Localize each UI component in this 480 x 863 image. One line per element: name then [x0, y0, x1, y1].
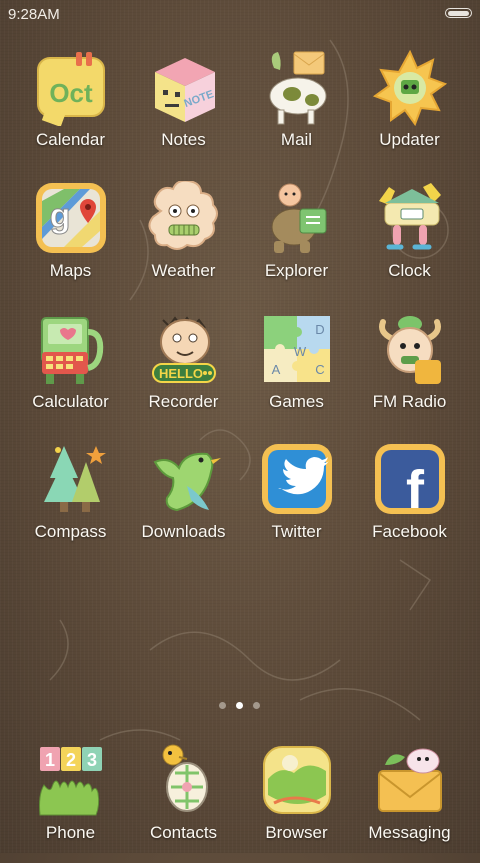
- weather-icon: [148, 181, 218, 250]
- games-icon: D A W C: [264, 316, 330, 382]
- app-facebook[interactable]: f Facebook: [353, 442, 466, 562]
- app-label: Contacts: [149, 823, 218, 842]
- app-label: FM Radio: [372, 392, 447, 411]
- app-label: Notes: [161, 130, 206, 149]
- svg-text:2: 2: [66, 750, 76, 770]
- compass-icon: [44, 446, 106, 512]
- app-label: Clock: [388, 261, 431, 280]
- fm-radio-icon: [379, 316, 441, 384]
- svg-text:A: A: [272, 362, 281, 377]
- app-label: Calculator: [32, 392, 109, 411]
- status-bar: 9:28AM: [0, 0, 480, 28]
- app-weather[interactable]: Weather: [127, 181, 240, 301]
- app-label: Messaging: [368, 823, 451, 842]
- page-dot-2-active[interactable]: [236, 702, 243, 709]
- svg-text:3: 3: [87, 750, 97, 770]
- app-label: Calendar: [36, 130, 105, 149]
- svg-text:1: 1: [45, 750, 55, 770]
- app-label: Maps: [49, 261, 92, 280]
- svg-text:HELLO: HELLO: [159, 366, 203, 381]
- downloads-icon: [153, 452, 221, 512]
- mail-icon: [269, 51, 327, 125]
- twitter-icon: [262, 444, 332, 514]
- facebook-icon: f: [375, 444, 445, 518]
- app-clock[interactable]: Clock: [353, 181, 466, 301]
- app-explorer[interactable]: Explorer: [240, 181, 353, 301]
- app-fm-radio[interactable]: FM Radio: [353, 312, 466, 432]
- explorer-icon: [271, 183, 327, 253]
- app-updater[interactable]: Updater: [353, 50, 466, 170]
- dock-browser[interactable]: Browser: [240, 743, 353, 863]
- app-calendar[interactable]: Oct Calendar: [14, 50, 127, 170]
- app-compass[interactable]: Compass: [14, 442, 127, 562]
- app-label: Explorer: [264, 261, 329, 280]
- app-label: Games: [269, 392, 324, 411]
- page-dot-1[interactable]: [219, 702, 226, 709]
- app-label: Compass: [34, 522, 107, 541]
- dock-phone[interactable]: 1 2 3 Phone: [14, 743, 127, 863]
- phone-icon: 1 2 3: [39, 747, 102, 816]
- app-label: Weather: [151, 261, 216, 280]
- app-notes[interactable]: NOTE Notes: [127, 50, 240, 170]
- recorder-icon: HELLO: [152, 316, 216, 383]
- app-label: Phone: [45, 823, 96, 842]
- app-mail[interactable]: Mail: [240, 50, 353, 170]
- browser-icon: [263, 746, 331, 814]
- app-recorder[interactable]: HELLO Recorder: [127, 312, 240, 432]
- dock-messaging[interactable]: Messaging: [353, 743, 466, 863]
- svg-text:g: g: [50, 197, 71, 235]
- updater-icon: [373, 50, 447, 126]
- app-twitter[interactable]: Twitter: [240, 442, 353, 562]
- page-dot-3[interactable]: [253, 702, 260, 709]
- contacts-icon: [162, 744, 208, 812]
- svg-text:f: f: [406, 460, 425, 518]
- svg-text:D: D: [315, 322, 324, 337]
- app-label: Recorder: [148, 392, 219, 411]
- dock-contacts[interactable]: Contacts: [127, 743, 240, 863]
- page-indicator[interactable]: [215, 702, 265, 712]
- svg-text:Oct: Oct: [49, 78, 93, 108]
- battery-icon: [445, 8, 472, 18]
- calendar-icon: Oct: [37, 52, 105, 126]
- app-label: Twitter: [271, 522, 322, 541]
- svg-text:W: W: [294, 344, 307, 359]
- maps-icon: g: [36, 183, 106, 253]
- calculator-icon: [41, 317, 104, 384]
- app-games[interactable]: D A W C Games: [240, 312, 353, 432]
- clock-icon: [379, 183, 441, 250]
- app-label: Browser: [265, 823, 328, 842]
- app-label: Facebook: [372, 522, 447, 541]
- app-label: Mail: [280, 130, 313, 149]
- app-label: Updater: [379, 130, 440, 149]
- app-label: Downloads: [141, 522, 226, 541]
- messaging-icon: [378, 748, 442, 812]
- app-maps[interactable]: g Maps: [14, 181, 127, 301]
- status-time: 9:28AM: [8, 6, 60, 23]
- app-calculator[interactable]: Calculator: [14, 312, 127, 432]
- notes-icon: NOTE: [155, 58, 215, 122]
- app-downloads[interactable]: Downloads: [127, 442, 240, 562]
- svg-text:C: C: [315, 362, 324, 377]
